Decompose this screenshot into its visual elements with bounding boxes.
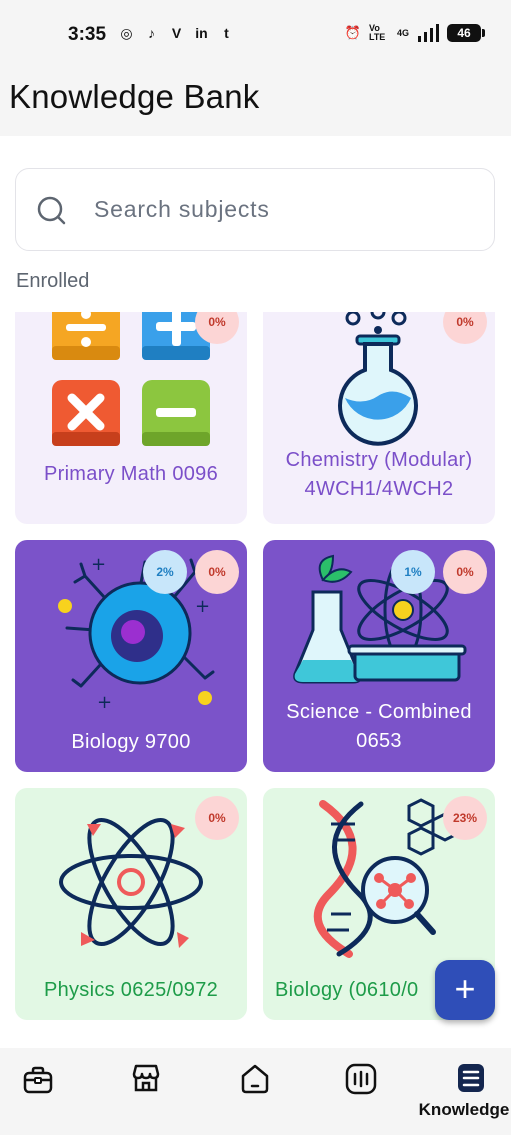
- app-header: Knowledge Bank: [0, 72, 511, 136]
- progress-badge-secondary: 1%: [391, 550, 435, 594]
- store-icon: [132, 1064, 160, 1092]
- knowledge-icon: [458, 1064, 484, 1092]
- svg-text:+: +: [91, 554, 106, 575]
- status-right: ⏰ Vo LTE 4G 46: [344, 23, 485, 42]
- alarm-icon: ⏰: [344, 25, 361, 40]
- progress-badge: 0%: [443, 312, 487, 344]
- instagram-icon: ◎: [120, 25, 133, 41]
- progress-badge: 0%: [443, 550, 487, 594]
- nav-item-knowledge[interactable]: Knowledge: [409, 1048, 511, 1135]
- progress-badge-secondary: 2%: [143, 550, 187, 594]
- flask-icon: [338, 312, 418, 446]
- card-title-line2: 0653: [356, 730, 402, 752]
- search-bar[interactable]: [15, 168, 495, 251]
- subject-card-science-combined[interactable]: 1% 0% Science - Combined 0653: [263, 540, 495, 772]
- status-bar: 3:35 ◎ ♪ V in t ⏰ Vo LTE 4G 46: [0, 0, 511, 72]
- card-title-line1: Science - Combined: [286, 701, 472, 723]
- math-operators-icon: [52, 312, 210, 446]
- tumblr-icon: t: [224, 25, 229, 41]
- card-title-line1: Chemistry (Modular): [285, 449, 473, 471]
- signal-icon: [418, 24, 439, 42]
- nav-label-knowledge: Knowledge: [418, 1100, 510, 1119]
- tiktok-icon: ♪: [148, 25, 155, 41]
- atom-icon: [59, 818, 203, 948]
- subject-card-biology-9700[interactable]: + + + 2% 0% Biology 9700: [15, 540, 247, 772]
- subject-card-chemistry[interactable]: 0% Chemistry (Modular) 4WCH1/4WCH2: [263, 312, 495, 524]
- card-title: Biology 9700: [71, 731, 191, 753]
- nav-item-home[interactable]: [204, 1048, 306, 1135]
- v-icon: V: [171, 25, 182, 41]
- nav-item-chart[interactable]: [306, 1048, 408, 1135]
- search-icon: [37, 196, 66, 225]
- linkedin-icon: in: [195, 25, 208, 41]
- status-app-icons: ◎ ♪ V in t: [118, 25, 235, 42]
- briefcase-icon: [23, 1066, 53, 1094]
- subject-card-physics[interactable]: 0% Physics 0625/0972: [15, 788, 247, 1020]
- card-title: Primary Math 0096: [43, 463, 219, 485]
- progress-badge: 0%: [195, 550, 239, 594]
- nav-item-briefcase[interactable]: [0, 1048, 102, 1135]
- chart-icon: [345, 1063, 377, 1095]
- add-subject-button[interactable]: +: [435, 960, 495, 1020]
- volte-icon: Vo LTE: [368, 23, 386, 42]
- card-title: Physics 0625/0972: [43, 979, 219, 1001]
- home-icon: [241, 1064, 269, 1094]
- signal-label: 4G: [396, 28, 409, 38]
- page-title: Knowledge Bank: [9, 78, 260, 115]
- status-time: 3:35: [68, 24, 107, 45]
- search-input[interactable]: [94, 189, 474, 229]
- progress-badge: 0%: [195, 796, 239, 840]
- svg-text:+: +: [97, 692, 112, 713]
- nav-item-store[interactable]: [102, 1048, 204, 1135]
- card-title-line2: 4WCH1/4WCH2: [304, 478, 454, 500]
- section-label: Enrolled: [16, 270, 90, 292]
- battery-indicator: 46: [447, 24, 485, 42]
- subject-card-primary-math[interactable]: 0% Primary Math 0096: [15, 312, 247, 524]
- progress-badge: 23%: [443, 796, 487, 840]
- subject-grid[interactable]: 0% Primary Math 0096 0% Chemistry (Modul…: [0, 312, 511, 1048]
- svg-text:+: +: [195, 596, 210, 617]
- bottom-nav: Knowledge: [0, 1048, 511, 1135]
